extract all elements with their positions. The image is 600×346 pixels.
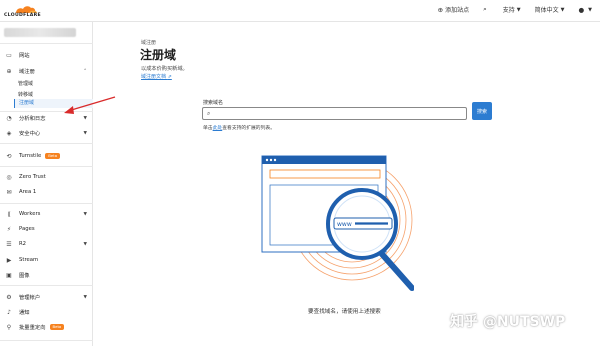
search-illustration: www: [261, 155, 414, 291]
top-nav: ⊕ 添加站点 ⌕ 支持 ▼ 简体中文 ▼ ● ▼: [424, 5, 592, 14]
page-title: 注册域: [140, 48, 177, 62]
www-label: www: [337, 221, 352, 228]
gear-icon: ⚙: [6, 293, 12, 301]
sidebar-item-area1[interactable]: ✉ Area 1: [0, 186, 93, 198]
chart-icon: ◔: [6, 114, 12, 122]
area1-icon: ✉: [6, 188, 12, 196]
main-content: 域注册 注册域 以成本价购买新域。 域注册文档 ⇗ 搜索域名 ⌕ 搜索 单击此处…: [94, 22, 600, 346]
sidebar-item-bulk-redirects[interactable]: ⚲ 批量重定向 Beta: [0, 321, 93, 333]
sidebar-item-label: R2: [19, 241, 27, 247]
sidebar-item-label: Area 1: [19, 189, 37, 195]
search-button[interactable]: ⌕: [483, 5, 489, 14]
language-menu[interactable]: 简体中文 ▼: [534, 5, 565, 15]
sidebar: ▭ 网站 ⊕ 域注册 ⌃ 管理域 转移域 注册域 ◔ 分析和日志 ▼ ◈ 安全中…: [0, 22, 93, 346]
browser-icon: ▭: [6, 51, 12, 59]
sidebar-item-label: 分析和日志: [19, 116, 46, 122]
r2-icon: ☰: [6, 240, 12, 248]
sidebar-item-label: Workers: [19, 211, 41, 217]
search-icon: ⌕: [207, 110, 211, 117]
globe-icon: ⊕: [6, 67, 12, 75]
sidebar-item-security-center[interactable]: ◈ 安全中心 ▼: [0, 127, 93, 139]
chevron-down-icon: ▼: [83, 130, 87, 136]
beta-badge: Beta: [49, 324, 65, 330]
breadcrumb[interactable]: 域注册: [141, 39, 156, 46]
workers-icon: ⟪: [7, 210, 11, 218]
stream-icon: ▶: [6, 256, 12, 264]
tld-hint: 单击此处查看支持的扩展的列表。: [203, 124, 275, 131]
support-menu[interactable]: 支持 ▼: [502, 5, 521, 15]
supported-extensions-link[interactable]: 此处: [213, 126, 223, 131]
pages-icon: ⚡: [6, 225, 12, 233]
caret-down-icon: ▼: [560, 6, 565, 13]
divider: [0, 285, 93, 286]
sidebar-item-label: Stream: [19, 257, 39, 263]
sidebar-item-notifications[interactable]: ♪ 通知: [0, 306, 93, 318]
sidebar-item-pages[interactable]: ⚡ Pages: [0, 223, 93, 235]
sidebar-item-label: 图像: [19, 273, 30, 279]
divider: [0, 340, 93, 341]
chevron-down-icon: ▼: [83, 241, 87, 247]
chevron-down-icon: ▼: [83, 294, 87, 300]
caret-down-icon: ▼: [588, 6, 592, 13]
add-site-label: 添加站点: [445, 7, 470, 14]
support-label: 支持: [502, 7, 515, 14]
sidebar-item-label: Turnstile: [19, 153, 42, 159]
search-icon: ⌕: [483, 5, 487, 13]
divider: [0, 43, 93, 44]
documentation-link-label: 域注册文档: [141, 74, 167, 80]
add-site-button[interactable]: ⊕ 添加站点: [437, 5, 470, 15]
chevron-down-icon: ▼: [83, 211, 87, 217]
sidebar-subitem-transfer-domains[interactable]: 转移域: [18, 91, 33, 98]
sidebar-item-label: 安全中心: [19, 131, 41, 137]
divider: [0, 166, 93, 167]
domain-search-input[interactable]: ⌕: [202, 107, 467, 120]
top-bar: CLOUDFLARE ⊕ 添加站点 ⌕ 支持 ▼ 简体中文 ▼ ● ▼: [0, 0, 600, 22]
account-name-blurred[interactable]: [4, 28, 76, 37]
turnstile-icon: ⟲: [6, 152, 12, 160]
plus-circle-icon: ⊕: [437, 5, 444, 14]
search-label: 搜索域名: [203, 100, 224, 106]
empty-state-message: 要查找域名，请使用上述搜索: [308, 309, 381, 315]
divider: [0, 203, 93, 204]
sidebar-item-r2[interactable]: ☰ R2 ▼: [0, 238, 93, 250]
sidebar-item-label: 批量重定向: [19, 325, 46, 331]
divider: [0, 143, 93, 144]
sidebar-item-label: 管理帐户: [19, 295, 41, 301]
sidebar-item-label: 域注册: [19, 69, 35, 75]
image-icon: ▣: [6, 271, 12, 279]
sidebar-item-label: Pages: [19, 226, 35, 232]
shield-icon: ◈: [6, 129, 12, 137]
sidebar-item-label: Zero Trust: [19, 174, 46, 180]
language-label: 简体中文: [534, 7, 559, 14]
bell-icon: ♪: [7, 308, 11, 316]
sidebar-item-workers[interactable]: ⟪ Workers ▼: [0, 208, 93, 220]
beta-badge: Beta: [45, 153, 61, 159]
sidebar-item-images[interactable]: ▣ 图像: [0, 269, 93, 281]
user-menu[interactable]: ● ▼: [578, 6, 592, 14]
sidebar-item-manage-account[interactable]: ⚙ 管理帐户 ▼: [0, 291, 93, 303]
page-subtitle: 以成本价购买新域。: [141, 66, 188, 72]
search-submit-button[interactable]: 搜索: [472, 102, 492, 120]
sidebar-item-label: 网站: [19, 53, 30, 59]
caret-down-icon: ▼: [516, 6, 521, 13]
zerotrust-icon: ◎: [6, 173, 12, 181]
sidebar-item-label: 通知: [19, 310, 30, 316]
sidebar-item-turnstile[interactable]: ⟲ Turnstile Beta: [0, 150, 93, 162]
sidebar-item-stream[interactable]: ▶ Stream: [0, 254, 93, 266]
brand-name: CLOUDFLARE: [4, 13, 41, 18]
sidebar-item-websites[interactable]: ▭ 网站: [0, 49, 93, 61]
watermark: 知乎 @NUTSWP: [450, 314, 566, 330]
sidebar-subitem-manage-domains[interactable]: 管理域: [18, 80, 33, 87]
external-link-icon: ⇗: [167, 74, 172, 80]
user-icon: ●: [578, 5, 585, 14]
documentation-link[interactable]: 域注册文档 ⇗: [141, 73, 172, 80]
tld-hint-suffix: 查看支持的扩展的列表。: [222, 126, 275, 131]
sidebar-item-zero-trust[interactable]: ◎ Zero Trust: [0, 171, 93, 183]
chevron-up-icon: ⌃: [83, 68, 87, 74]
tld-hint-prefix: 单击: [203, 126, 213, 131]
sidebar-item-domain-registration[interactable]: ⊕ 域注册 ⌃: [0, 65, 93, 77]
redirect-icon: ⚲: [6, 323, 12, 331]
